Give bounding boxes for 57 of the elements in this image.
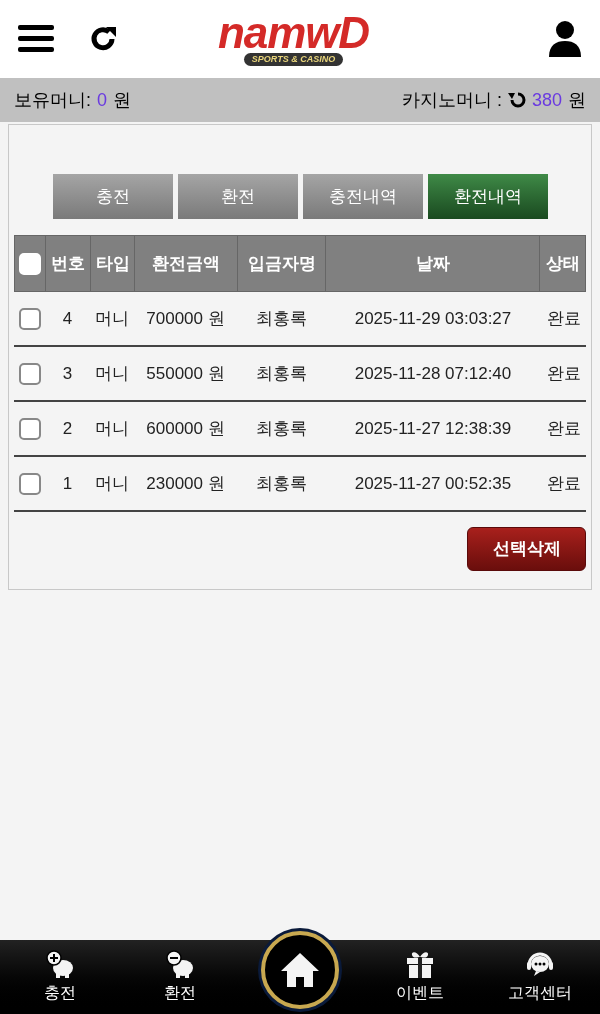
checkbox[interactable] (18, 417, 41, 440)
table-cell-text: 머니 (95, 362, 129, 385)
table-cell-text: 1 (62, 472, 73, 495)
table-cell-text: 완료 (546, 362, 581, 385)
home-button[interactable] (261, 931, 339, 1009)
home-icon (280, 952, 320, 988)
table-cell-text: 완료 (546, 472, 581, 495)
table-cell-text: 2025-11-28 07:12:40 (354, 362, 512, 385)
table-cell-text: 230000 원 (146, 472, 225, 495)
table-cell-text: 550000 원 (146, 362, 225, 385)
table-cell-text: 최홍록 (255, 362, 307, 385)
nav-item[interactable]: 고객센터 (480, 949, 600, 1005)
column-header: 환전금액 (152, 252, 220, 275)
table-cell-text: 600000 원 (146, 417, 225, 440)
column-header: 상태 (545, 252, 580, 275)
column-header: 타입 (95, 252, 130, 275)
column-header: 번호 (51, 252, 85, 275)
checkbox[interactable] (18, 307, 41, 330)
logo[interactable]: namwD SPORTS & CASINO (218, 12, 369, 66)
piggy-bank-plus-icon (45, 949, 75, 979)
balance-label: 보유머니: (14, 88, 91, 112)
refresh-icon[interactable] (507, 91, 526, 109)
balance-amount: 0 (97, 88, 108, 112)
nav-item[interactable]: 환전 (120, 949, 240, 1005)
table-cell-text: 4 (62, 307, 73, 330)
column-header: 날짜 (415, 252, 450, 275)
menu-icon[interactable] (18, 24, 54, 54)
table-cell-text: 완료 (546, 307, 581, 330)
casino-balance-label: 카지노머니 : (401, 88, 502, 112)
table-cell-text: 최홍록 (255, 307, 307, 330)
table-cell-text: 2025-11-29 03:03:27 (354, 307, 512, 330)
delete-selected-button[interactable]: 선택삭제 (467, 527, 586, 571)
gift-icon (404, 949, 436, 979)
table-cell-text: 2025-11-27 12:38:39 (354, 417, 512, 440)
user-icon[interactable] (548, 20, 582, 58)
tab[interactable]: 환전내역 (427, 174, 548, 219)
column-header: 입금자명 (247, 252, 316, 275)
piggy-bank-minus-icon (165, 949, 195, 979)
logo-tagline: SPORTS & CASINO (243, 52, 344, 66)
checkbox[interactable] (18, 362, 41, 385)
logo-wordmark: namwD (218, 12, 369, 53)
table-cell-text: 최홍록 (255, 472, 307, 495)
nav-item[interactable]: 이벤트 (360, 949, 480, 1005)
table-cell-text: 최홍록 (255, 417, 307, 440)
table-cell-text: 3 (62, 362, 73, 385)
balance-unit: 원 (113, 88, 132, 112)
table-cell-text: 완료 (546, 417, 581, 440)
table-cell-text: 머니 (95, 307, 129, 330)
table-cell-text: 머니 (95, 472, 129, 495)
table-cell-text: 2025-11-27 00:52:35 (354, 472, 512, 495)
table-cell-text: 2 (62, 417, 73, 440)
nav-item[interactable]: 충전 (0, 949, 120, 1005)
table-cell-text: 700000 원 (146, 307, 225, 330)
checkbox[interactable] (18, 472, 41, 495)
casino-balance-unit: 원 (568, 88, 586, 112)
casino-balance-amount: 380 (531, 88, 562, 112)
table-cell-text: 머니 (95, 417, 129, 440)
